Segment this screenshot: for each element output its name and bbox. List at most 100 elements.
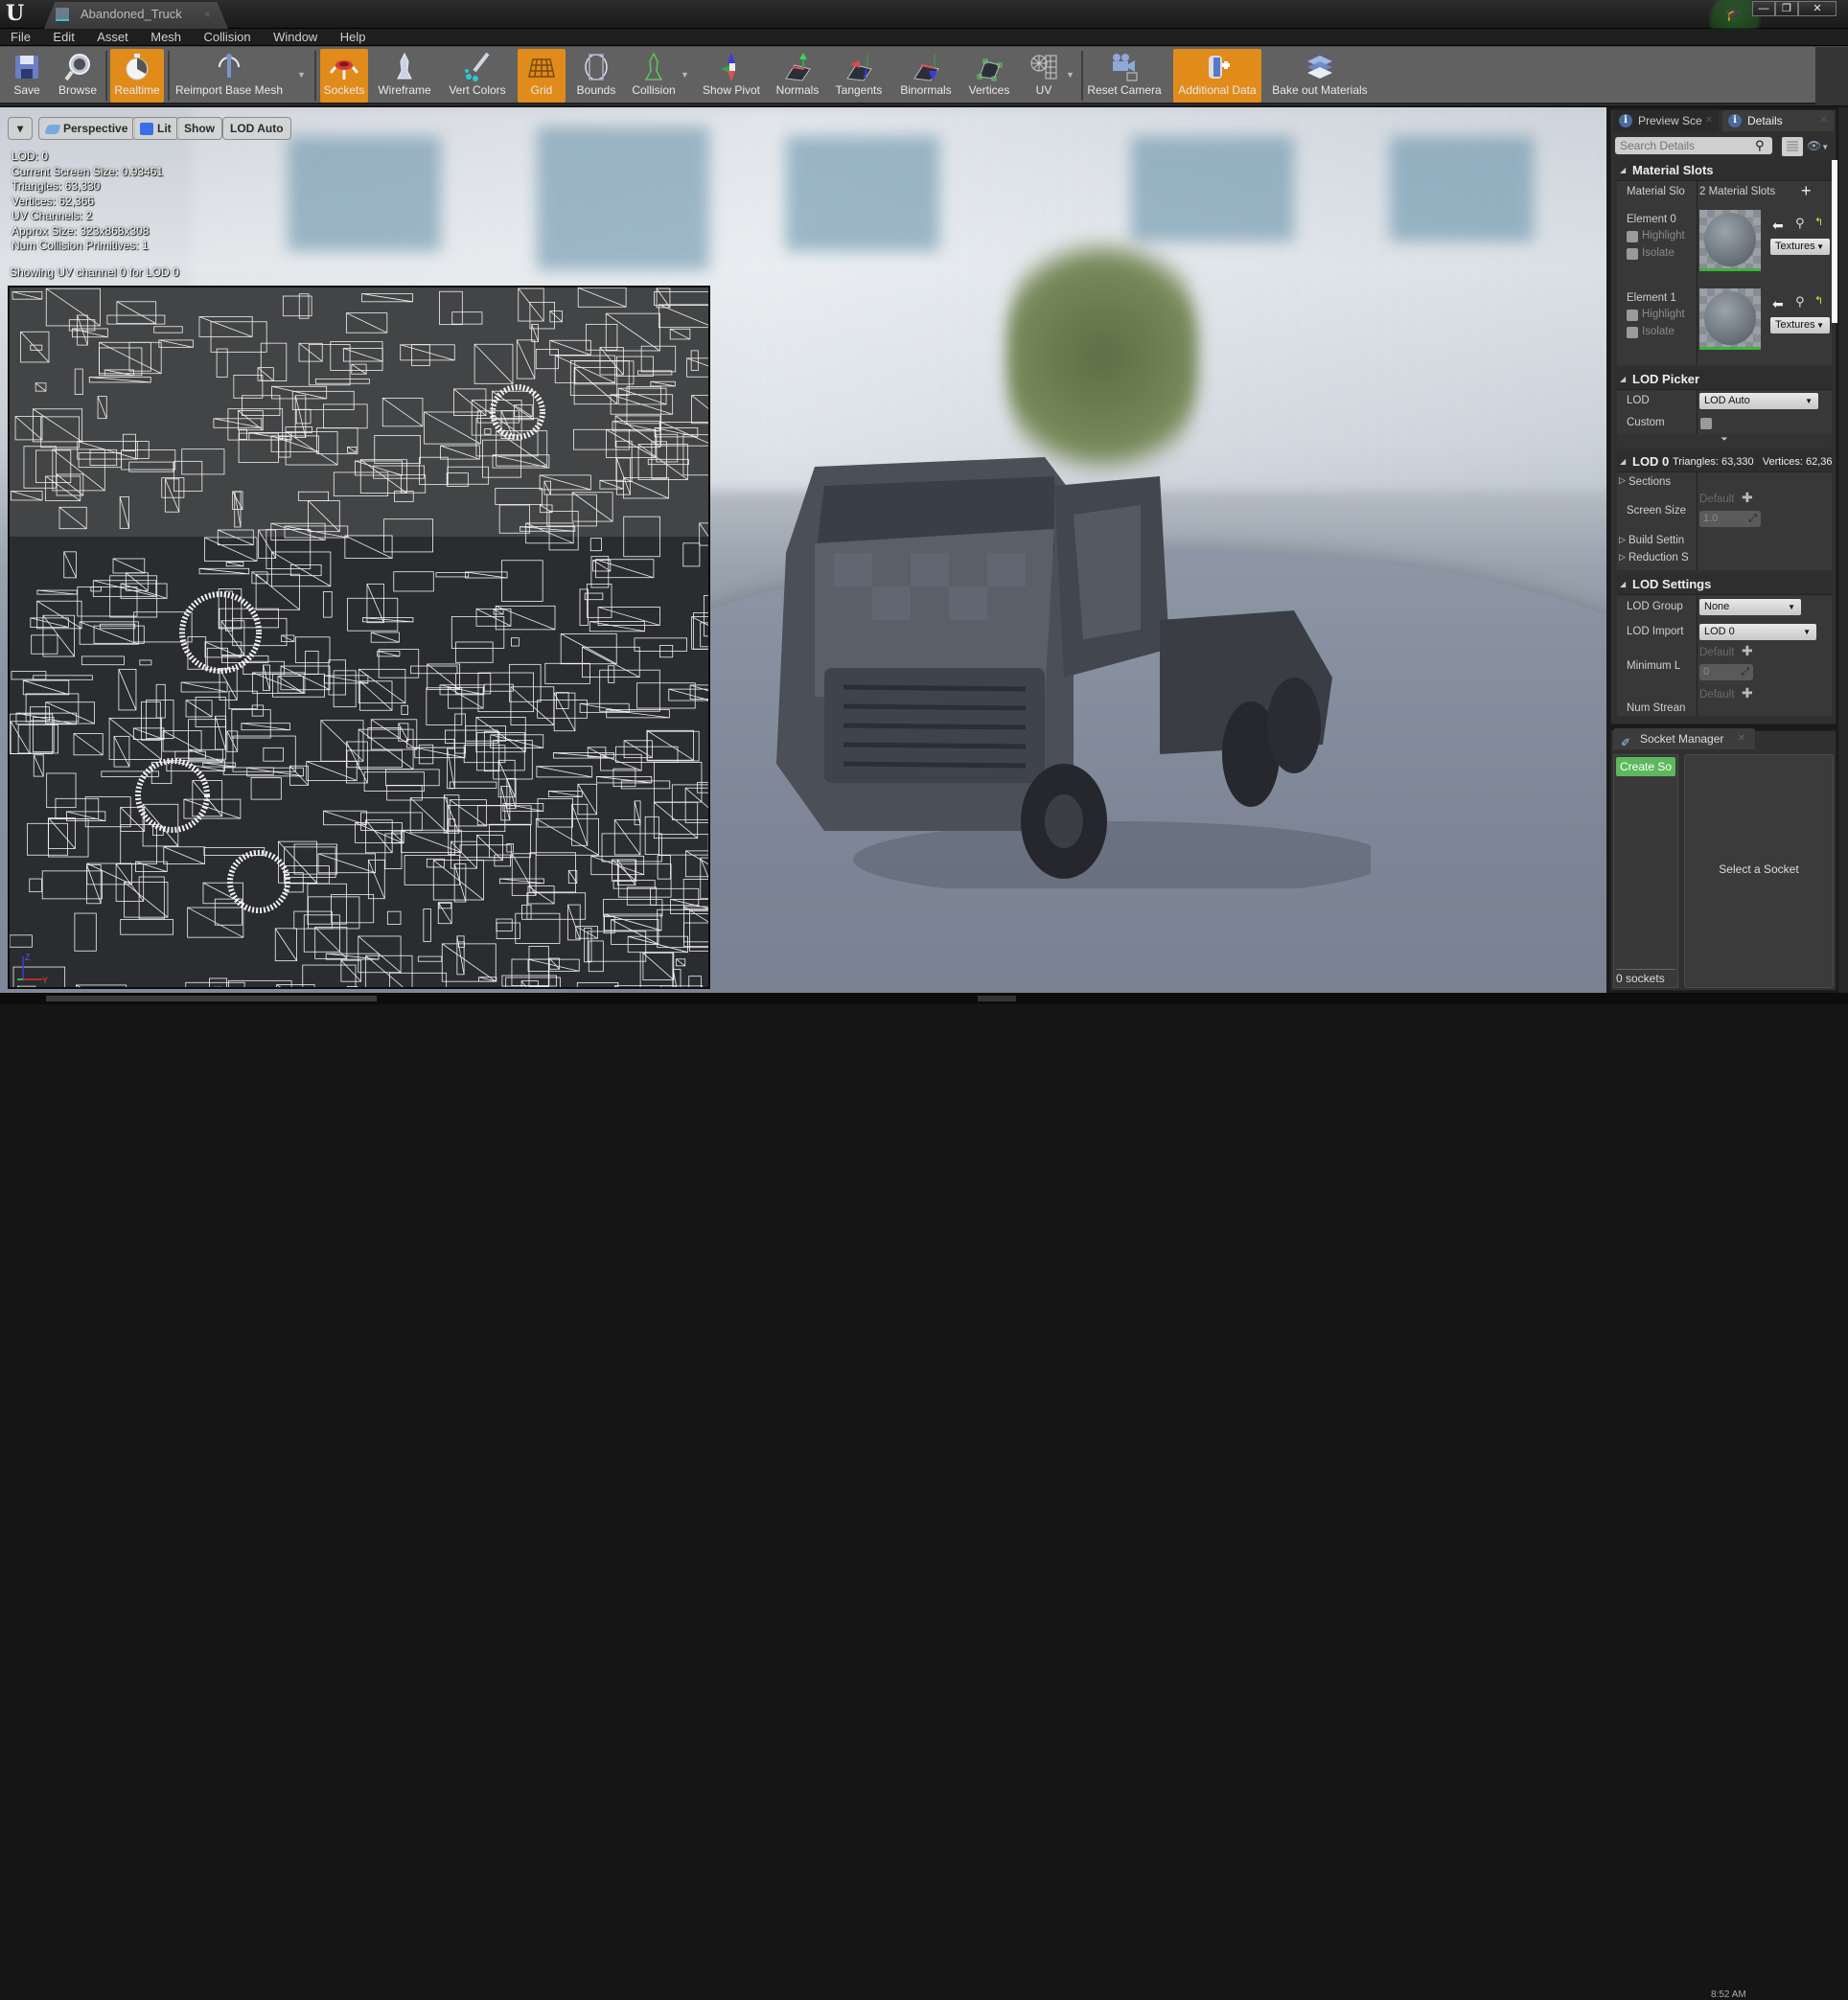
browse-button[interactable]: Browse [54,49,102,103]
asset-tab[interactable]: Abandoned_Truck × [44,2,228,29]
menu-window[interactable]: Window [266,29,325,45]
material-slots-count: 2 Material Slots [1699,186,1776,197]
use-selected-arrow-icon[interactable]: ⬅ [1772,296,1784,312]
minimize-button[interactable]: — [1752,1,1775,16]
tab-close-icon[interactable]: ✕ [1705,110,1713,131]
material-thumbnail[interactable] [1699,288,1761,350]
save-button[interactable]: Save [6,49,48,103]
tab-close-icon[interactable]: ✕ [1738,728,1745,749]
tab-details[interactable]: i Details ✕ [1722,110,1834,131]
tab-socket-manager[interactable]: ✐ Socket Manager ✕ [1613,728,1755,749]
visibility-filter-button[interactable]: 👁▼ [1807,139,1834,154]
lod-auto-button[interactable]: LOD Auto [222,117,291,140]
viewport[interactable]: ▾ Perspective Lit Show LOD Auto LOD: 0 C… [0,107,1606,993]
menu-collision[interactable]: Collision [196,29,258,45]
custom-checkbox[interactable] [1700,418,1712,429]
vert-colors-button[interactable]: Vert Colors [443,49,512,103]
property-matrix-button[interactable] [1782,137,1803,156]
restore-button[interactable]: ❐ [1775,1,1798,16]
graduation-cap-icon[interactable]: 🎓 [1725,6,1743,21]
uv-edge [33,754,44,777]
num-streamed-label: Num Strean [1627,702,1686,714]
advanced-expander[interactable]: ⏷ [1617,434,1832,448]
details-scrollbar[interactable] [1832,160,1837,323]
bounds-button[interactable]: Bounds [571,49,621,103]
section-lod-picker[interactable]: ◢ LOD Picker [1617,369,1832,390]
uv-edge [676,958,685,967]
uv-island [322,591,333,618]
viewport-options-button[interactable]: ▾ [8,117,33,140]
vertices-button[interactable]: Vertices [962,49,1016,103]
tab-preview-scene[interactable]: i Preview Sce ✕ [1613,110,1719,131]
screen-size-input[interactable]: 1.0 ⤢ [1699,511,1761,527]
uv-edge [596,775,652,784]
truck-mesh[interactable] [757,438,1371,888]
add-override-icon[interactable]: ✚ [1742,643,1753,659]
use-selected-arrow-icon[interactable]: ⬅ [1772,218,1784,234]
menu-help[interactable]: Help [333,29,374,45]
realtime-button[interactable]: Realtime [110,49,164,103]
uv-wireframe [10,287,708,987]
binormals-button[interactable]: Binormals [895,49,957,103]
lod-import-dropdown[interactable]: LOD 0 ▼ [1699,624,1816,640]
uv-edge [289,765,309,786]
lod-group-dropdown[interactable]: None ▼ [1699,599,1801,615]
add-material-slot-button[interactable]: + [1801,181,1812,201]
create-socket-button[interactable]: Create So [1616,757,1675,776]
show-pivot-button[interactable]: Show Pivot [698,49,765,103]
browse-search-icon[interactable]: ⚲ [1795,216,1805,231]
section-lod-settings[interactable]: ◢ LOD Settings [1617,574,1832,595]
highlight-checkbox[interactable] [1627,310,1638,321]
section-material-slots[interactable]: ◢ Material Slots [1617,160,1832,181]
textures-dropdown[interactable]: Textures ▼ [1770,317,1830,333]
tangents-button[interactable]: Tangents [830,49,888,103]
tab-label: Preview Sce [1638,114,1702,127]
uv-button[interactable]: UV [1022,49,1066,103]
menu-asset[interactable]: Asset [89,29,136,45]
textures-dropdown[interactable]: Textures ▼ [1770,239,1830,255]
search-details-input[interactable] [1615,137,1772,154]
minimum-lod-input[interactable]: 0 ⤢ [1699,664,1753,680]
menu-edit[interactable]: Edit [45,29,81,45]
highlight-checkbox[interactable] [1627,231,1638,242]
collision-button[interactable]: Collision [627,49,681,103]
reset-arrow-icon[interactable]: ↰ [1814,294,1823,307]
uv-dropdown-icon[interactable]: ▼ [1066,70,1074,80]
add-override-icon[interactable]: ✚ [1742,685,1753,701]
reduction-settings-row[interactable]: ▷ Reduction S [1617,549,1832,570]
material-thumbnail[interactable] [1699,210,1761,271]
browse-search-icon[interactable]: ⚲ [1795,294,1805,310]
sections-row[interactable]: ▷ Sections [1617,472,1832,492]
bake-out-materials-button[interactable]: Bake out Materials [1267,49,1373,103]
wireframe-button[interactable]: Wireframe [374,49,435,103]
search-icon[interactable]: ⚲ [1755,138,1770,153]
close-window-button[interactable]: ✕ [1798,1,1836,16]
tab-close-icon[interactable]: ✕ [1820,110,1828,131]
isolate-checkbox[interactable] [1627,248,1638,260]
horizontal-scrollbar[interactable] [46,996,377,1001]
uv-island [658,834,708,856]
show-button[interactable]: Show [176,117,222,140]
reset-arrow-icon[interactable]: ↰ [1814,216,1823,228]
collision-dropdown-icon[interactable]: ▼ [681,70,689,80]
add-override-icon[interactable]: ✚ [1742,490,1753,506]
isolate-checkbox[interactable] [1627,327,1638,338]
build-settings-row[interactable]: ▷ Build Settin [1617,532,1832,549]
menu-file[interactable]: File [3,29,38,45]
menu-mesh[interactable]: Mesh [143,29,189,45]
tab-label: Socket Manager [1640,732,1724,746]
reimport-dropdown-icon[interactable]: ▼ [297,70,306,80]
reimport-base-mesh-button[interactable]: Reimport Base Mesh [173,49,286,103]
normals-button[interactable]: Normals [771,49,824,103]
grid-button[interactable]: Grid [518,49,566,103]
additional-data-button[interactable]: Additional Data [1173,49,1261,103]
lit-button[interactable]: Lit [132,117,179,140]
sockets-button[interactable]: Sockets [320,49,368,103]
uv-island [401,704,408,716]
section-lod0[interactable]: ◢ LOD 0 Triangles: 63,330 Vertices: 62,366 [1617,451,1832,472]
reset-camera-button[interactable]: Reset Camera [1087,49,1162,103]
uv-edge [520,980,527,987]
lod-dropdown[interactable]: LOD Auto ▼ [1699,393,1818,409]
tab-close-icon[interactable]: × [204,2,211,27]
perspective-button[interactable]: Perspective [38,117,136,140]
